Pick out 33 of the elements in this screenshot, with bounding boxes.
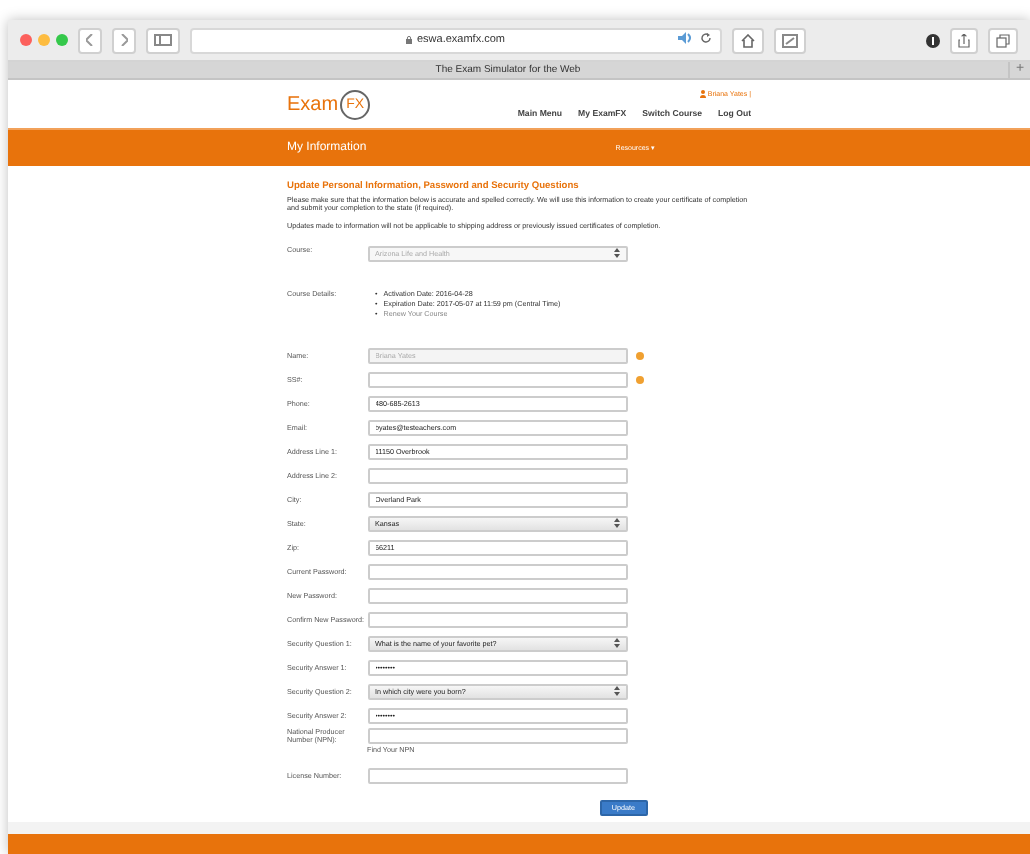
extension-icon <box>782 33 798 47</box>
share-icon <box>958 33 970 47</box>
sidebar-icon <box>154 34 172 46</box>
close-button[interactable] <box>20 34 32 46</box>
input-field[interactable] <box>367 611 627 628</box>
reload-icon[interactable] <box>700 31 712 43</box>
person-icon <box>699 90 706 98</box>
minimize-button[interactable] <box>38 34 50 46</box>
input-field[interactable] <box>367 727 627 744</box>
back-icon <box>86 34 94 46</box>
share-button[interactable] <box>950 27 978 53</box>
dropdown-arrows-icon <box>613 686 619 697</box>
lock-icon <box>406 36 413 44</box>
input-field[interactable] <box>367 563 627 580</box>
home-icon <box>740 33 756 47</box>
sidebar-button[interactable] <box>146 27 180 53</box>
input-field[interactable] <box>367 371 627 388</box>
info-icon[interactable] <box>926 33 940 47</box>
tabs-icon <box>996 33 1010 47</box>
dropdown-arrows-icon <box>613 518 619 529</box>
forward-button[interactable] <box>112 27 136 53</box>
audio-icon[interactable] <box>678 31 694 43</box>
back-button[interactable] <box>78 27 102 53</box>
input-field[interactable] <box>367 767 627 784</box>
forward-icon <box>120 34 128 46</box>
extension-button[interactable] <box>774 27 806 53</box>
input-field[interactable] <box>367 467 627 484</box>
input-field[interactable] <box>367 587 627 604</box>
home-button[interactable] <box>732 27 764 53</box>
zoom-button[interactable] <box>56 34 68 46</box>
dropdown-arrows-icon <box>613 248 619 259</box>
dropdown-arrows-icon <box>613 638 619 649</box>
tabs-button[interactable] <box>988 27 1018 53</box>
